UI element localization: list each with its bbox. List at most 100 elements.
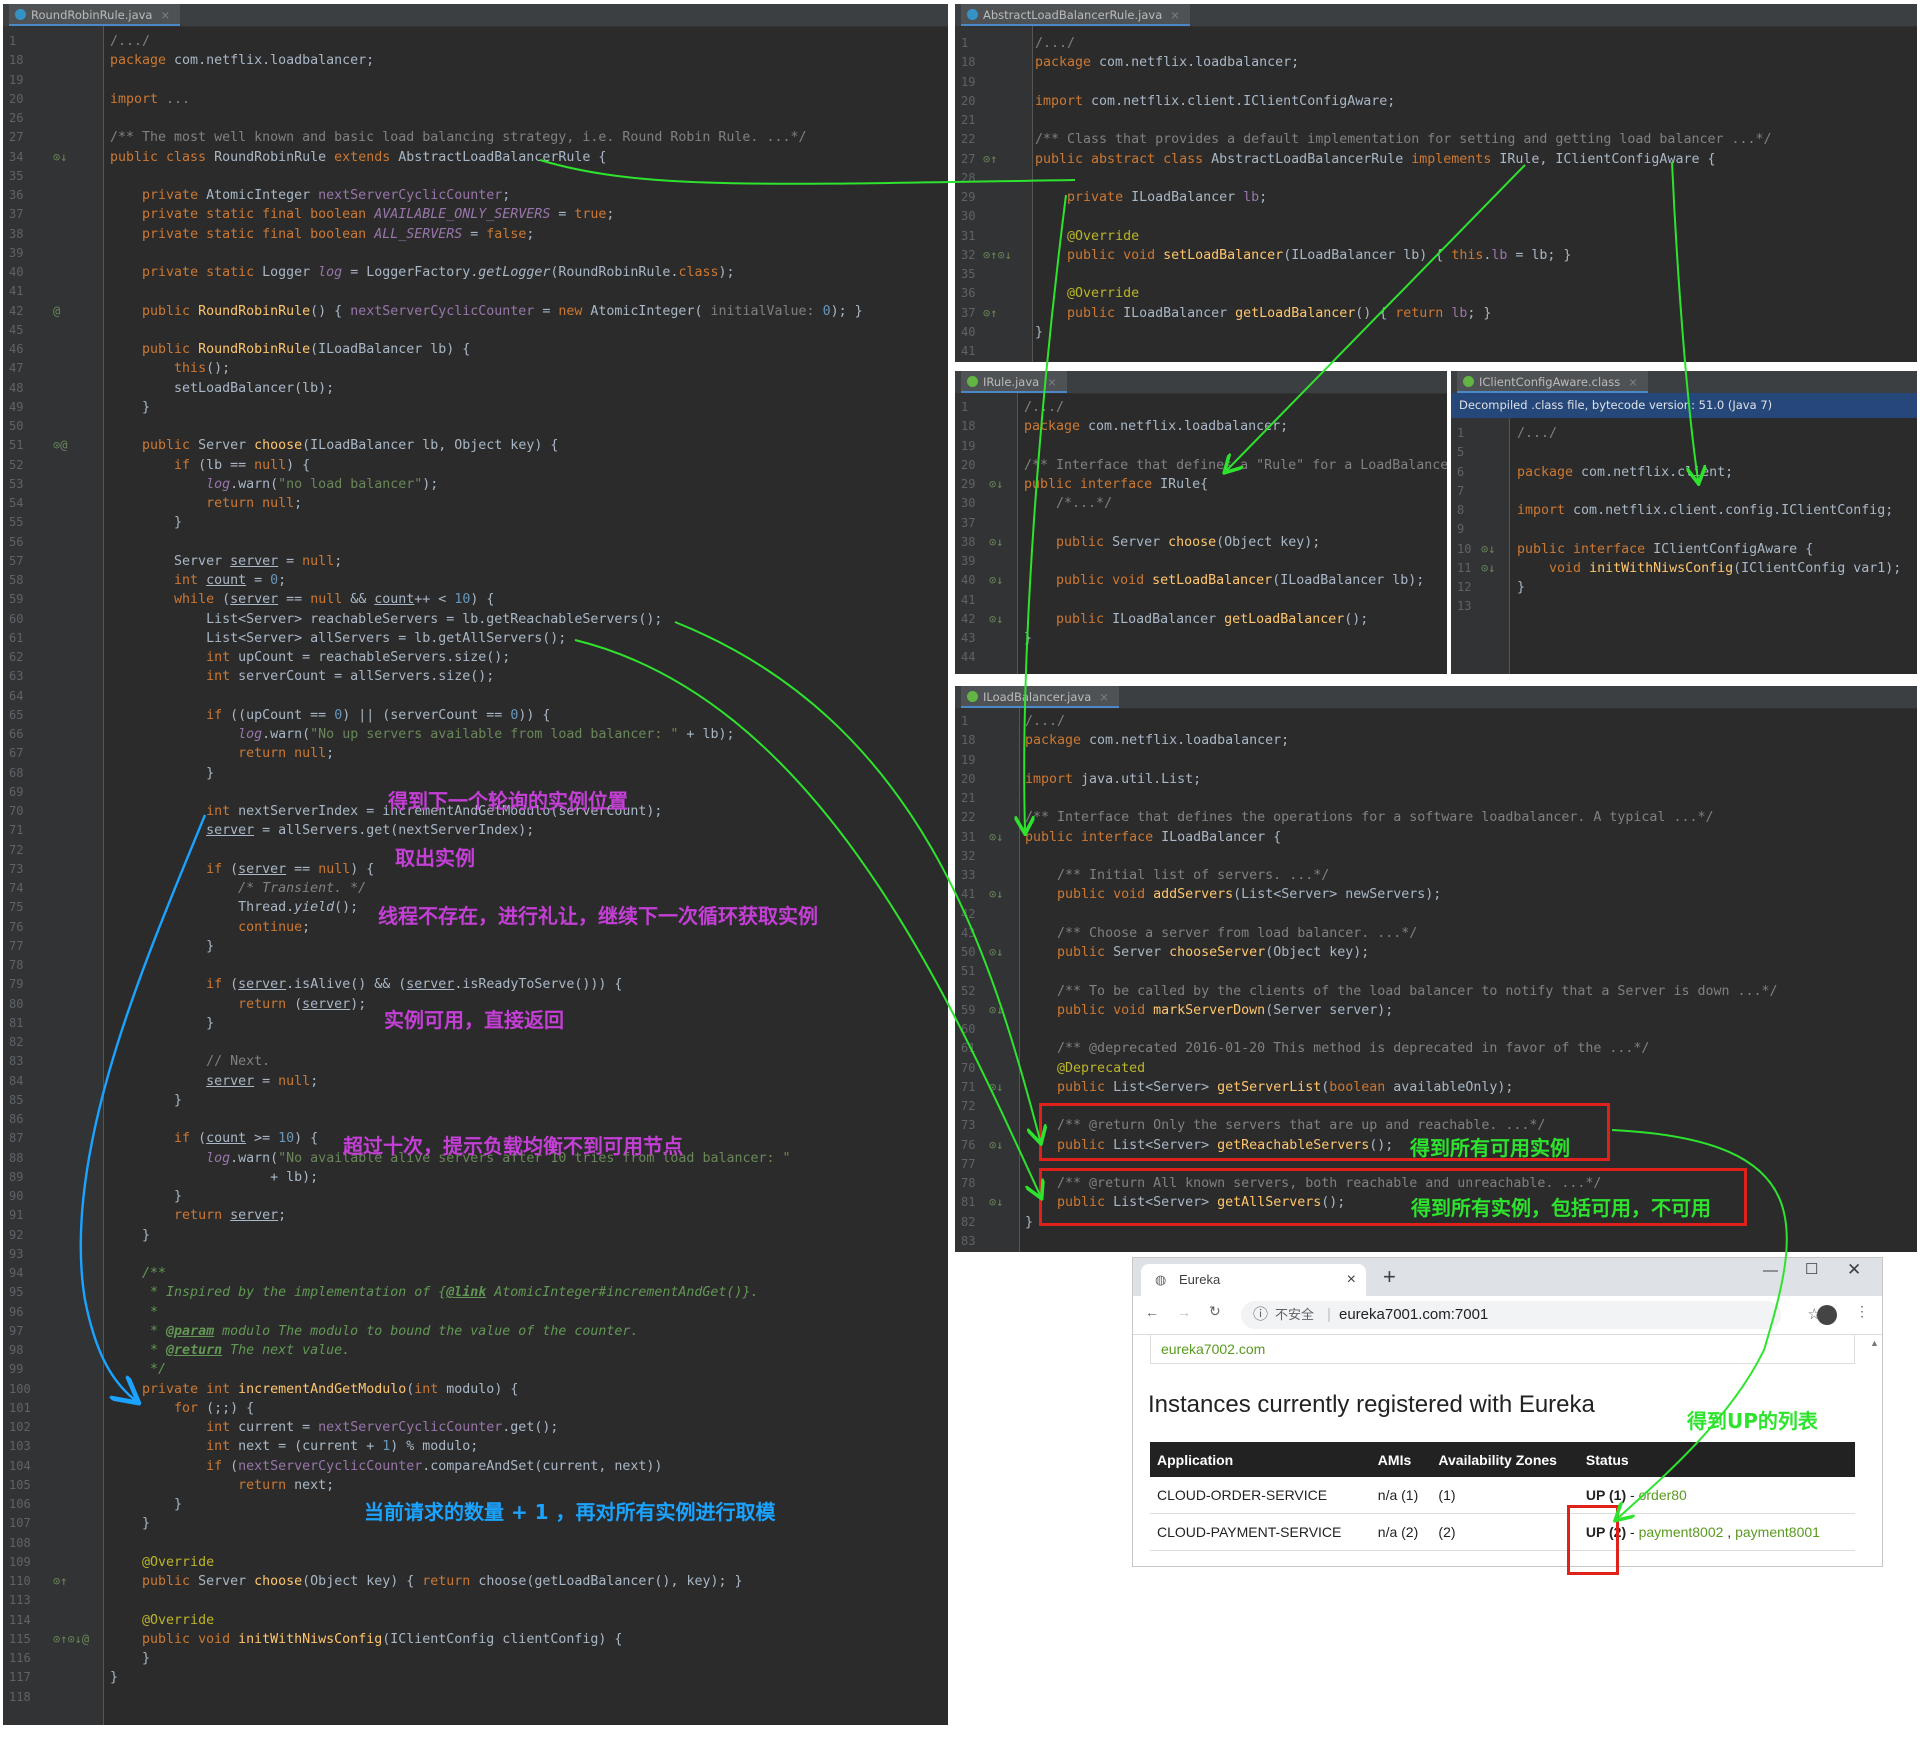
code-line[interactable]: 19 (955, 751, 1917, 770)
code-line[interactable]: 20 import com.netflix.client.IClientConfi… (955, 92, 1917, 111)
code-line[interactable]: 18 package com.netflix.loadbalancer; (955, 53, 1917, 72)
code-line[interactable]: 108 (3, 1534, 948, 1553)
code-line[interactable]: 13 (1451, 597, 1917, 616)
code-line[interactable]: 36 @Override (955, 284, 1917, 303)
code-line[interactable]: 19 (955, 73, 1917, 92)
menu-dots-icon[interactable]: ⋮ (1855, 1303, 1869, 1320)
code-line[interactable]: 82 (3, 1033, 948, 1052)
code-line[interactable]: 71 server = allServers.get(nextServerInd… (3, 821, 948, 840)
code-line[interactable]: 61 /** @deprecated 2016-01-20 This metho… (955, 1039, 1917, 1058)
code-line[interactable]: 105 return next; (3, 1476, 948, 1495)
code-line[interactable]: 18 package com.netflix.loadbalancer; (3, 51, 948, 70)
code-line[interactable]: 68 } (3, 764, 948, 783)
code-line[interactable]: 20 import ... (3, 90, 948, 109)
code-line[interactable]: 70 @Deprecated (955, 1059, 1917, 1078)
code-line[interactable]: 35 (955, 265, 1917, 284)
code-line[interactable]: 41 ⊙↓ public void addServers(List<Server>… (955, 885, 1917, 904)
code-line[interactable]: 30 (955, 207, 1917, 226)
browser-tab-eureka[interactable]: ◍ Eureka × (1141, 1264, 1366, 1296)
code-line[interactable]: 40} (955, 323, 1917, 342)
code-line[interactable]: 1 /.../ (955, 34, 1917, 53)
code-line[interactable]: 54 return null; (3, 494, 948, 513)
code-line[interactable]: 71 ⊙↓ public List<Server> getServerList(b… (955, 1078, 1917, 1097)
code-line[interactable]: 77 } (3, 937, 948, 956)
code-line[interactable]: 90 } (3, 1187, 948, 1206)
code-line[interactable]: 45 (3, 321, 948, 340)
code-line[interactable]: 117} (3, 1668, 948, 1687)
code-line[interactable]: 61 List<Server> allServers = lb.getAllSe… (3, 629, 948, 648)
avatar[interactable] (1817, 1305, 1837, 1325)
code-line[interactable]: 31 ⊙↓ public interface ILoadBalancer { (955, 828, 1917, 847)
code-line[interactable]: 110 ⊙↑ public Server choose(Object key) {… (3, 1572, 948, 1591)
code-line[interactable]: 38 private static final boolean ALL_SERV… (3, 225, 948, 244)
close-icon[interactable]: × (1170, 8, 1180, 22)
gutter-marker-icon[interactable]: ⊙↓ (989, 610, 1003, 629)
close-icon[interactable]: × (1099, 690, 1109, 704)
code-line[interactable]: 63 int serverCount = allServers.size(); (3, 667, 948, 686)
code-line[interactable]: 60 (955, 1020, 1917, 1039)
code-line[interactable]: 72 (3, 841, 948, 860)
gutter-marker-icon[interactable]: ⊙↓ (1481, 540, 1495, 559)
code-line[interactable]: 84 server = null; (3, 1072, 948, 1091)
close-icon[interactable]: × (1628, 375, 1638, 389)
code-line[interactable]: 35 (3, 167, 948, 186)
gutter-marker-icon[interactable]: ⊙↑⊙↓ (983, 246, 1012, 265)
replica-link[interactable]: eureka7002.com (1161, 1341, 1265, 1357)
code-line[interactable]: 51 ⊙@ public Server choose(ILoadBalancer … (3, 436, 948, 455)
code-line[interactable]: 6 package com.netflix.client; (1451, 463, 1917, 482)
gutter-marker-icon[interactable]: ⊙↓ (989, 1078, 1003, 1097)
code-line[interactable]: 9 (1451, 520, 1917, 539)
code-line[interactable]: 83 // Next. (3, 1052, 948, 1071)
code-line[interactable]: 104 if (nextServerCyclicCounter.compareA… (3, 1457, 948, 1476)
code-line[interactable]: 37 private static final boolean AVAILABL… (3, 205, 948, 224)
code-line[interactable]: 26 (3, 109, 948, 128)
code-line[interactable]: 50 ⊙↓ public Server chooseServer(Object k… (955, 943, 1917, 962)
gutter-marker-icon[interactable]: ⊙@ (53, 436, 67, 455)
code-line[interactable]: 59 while (server == null && count++ < 10… (3, 590, 948, 609)
code-line[interactable]: 30 /*...*/ (955, 494, 1447, 513)
code-line[interactable]: 1 /.../ (955, 398, 1447, 417)
code-line[interactable]: 59 ⊙↓ public void markServerDown(Server s… (955, 1001, 1917, 1020)
code-line[interactable]: 43 /** Choose a server from load balance… (955, 924, 1917, 943)
code-line[interactable]: 83 (955, 1232, 1917, 1251)
code-line[interactable]: 115 ⊙↑⊙↓@ public void initWithNiwsConfig(… (3, 1630, 948, 1649)
code-line[interactable]: 18 package com.netflix.loadbalancer; (955, 731, 1917, 750)
code-line[interactable]: 102 int current = nextServerCyclicCounte… (3, 1418, 948, 1437)
instance-link[interactable]: payment8002 (1639, 1524, 1724, 1540)
code-line[interactable]: 42 ⊙↓ public ILoadBalancer getLoadBalance… (955, 610, 1447, 629)
code-line[interactable]: 89 + lb); (3, 1168, 948, 1187)
code-line[interactable]: 46 public RoundRobinRule(ILoadBalancer l… (3, 340, 948, 359)
code-line[interactable]: 21 (955, 111, 1917, 130)
code-line[interactable]: 53 log.warn("no load balancer"); (3, 475, 948, 494)
gutter-marker-icon[interactable]: ⊙↓ (989, 1193, 1003, 1212)
code-line[interactable]: 85 } (3, 1091, 948, 1110)
code-line[interactable]: 32 ⊙↑⊙↓ public void setLoadBalancer(ILoad… (955, 246, 1917, 265)
code-line[interactable]: 22 /** Class that provides a default impl… (955, 130, 1917, 149)
gutter-marker-icon[interactable]: ⊙↑ (983, 304, 997, 323)
code-line[interactable]: 42 (955, 905, 1917, 924)
gutter-marker-icon[interactable]: ⊙↑⊙↓@ (53, 1630, 89, 1649)
code-line[interactable]: 101 for (;;) { (3, 1399, 948, 1418)
code-line[interactable]: 41 (955, 591, 1447, 610)
close-icon[interactable]: × (160, 8, 170, 22)
tab-iclientconfigaware[interactable]: IClientConfigAware.class × (1457, 371, 1648, 393)
code-line[interactable]: 51 (955, 962, 1917, 981)
code-line[interactable]: 100 private int incrementAndGetModulo(in… (3, 1380, 948, 1399)
code-line[interactable]: 40 private static Logger log = LoggerFac… (3, 263, 948, 282)
code-line[interactable]: 44 (955, 648, 1447, 667)
code-line[interactable]: 29 ⊙↓ public interface IRule{ (955, 475, 1447, 494)
code-line[interactable]: 1 /.../ (955, 712, 1917, 731)
code-line[interactable]: 48 setLoadBalancer(lb); (3, 379, 948, 398)
code-line[interactable]: 103 int next = (current + 1) % modulo; (3, 1437, 948, 1456)
code-line[interactable]: 92 } (3, 1226, 948, 1245)
code-line[interactable]: 41 (955, 342, 1917, 361)
maximize-icon[interactable]: ☐ (1805, 1260, 1818, 1278)
gutter-marker-icon[interactable]: @ (53, 302, 60, 321)
code-line[interactable]: 64 (3, 687, 948, 706)
code-line[interactable]: 95 * Inspired by the implementation of {… (3, 1283, 948, 1302)
code-line[interactable]: 7 (1451, 482, 1917, 501)
code-line[interactable]: 109 @Override (3, 1553, 948, 1572)
code-line[interactable]: 79 if (server.isAlive() && (server.isRea… (3, 975, 948, 994)
code-line[interactable]: 32 (955, 847, 1917, 866)
gutter-marker-icon[interactable]: ⊙↓ (989, 828, 1003, 847)
